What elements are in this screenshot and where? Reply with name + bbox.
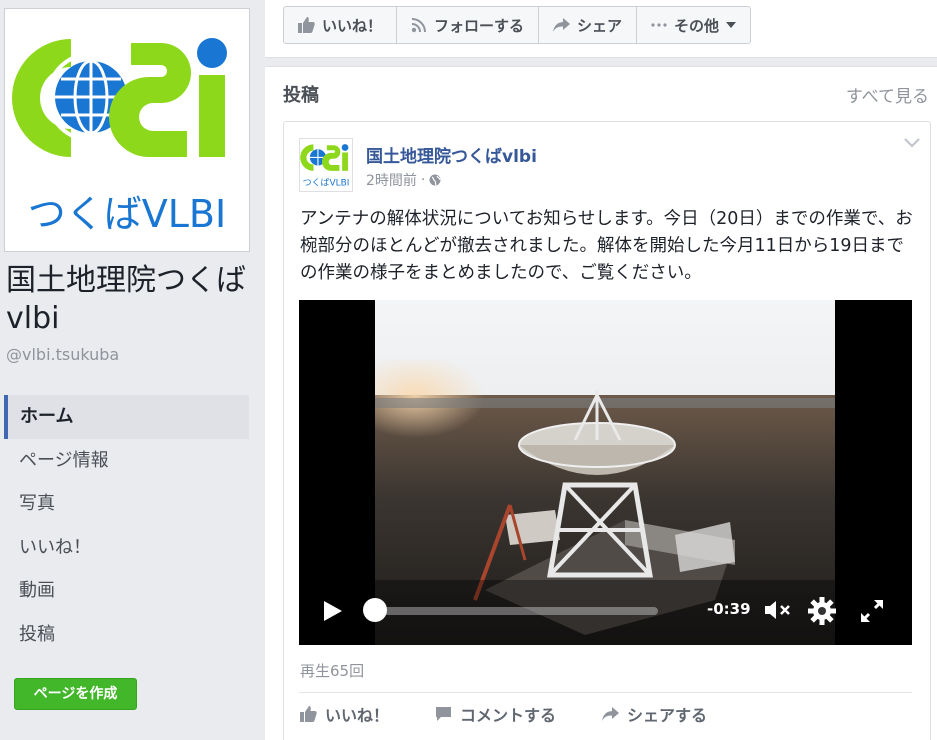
post-comment-button[interactable]: コメントする [435, 702, 556, 726]
post-meta: 2時間前 · [366, 170, 441, 190]
more-label: その他 [674, 16, 720, 35]
see-all-link[interactable]: すべて見る [846, 82, 929, 107]
avatar-logo-text: つくばVLBI [303, 177, 350, 188]
post-share-label: シェアする [627, 706, 708, 725]
sidebar-nav: ホーム ページ情報 写真 いいね！ 動画 投稿 [4, 395, 249, 656]
thumbs-up-icon [298, 17, 315, 33]
fullscreen-icon[interactable] [859, 598, 885, 624]
share-page-button[interactable]: シェア [539, 7, 638, 43]
profile-picture[interactable]: つくばVLBI [4, 8, 250, 252]
video-scrubber-knob[interactable] [363, 598, 387, 622]
video-play-count: 再生65回 [300, 662, 365, 680]
page-title[interactable]: 国土地理院つくばvlbi [6, 262, 251, 338]
caret-down-icon [726, 22, 737, 28]
chevron-down-icon[interactable] [904, 138, 920, 148]
video-player[interactable]: -0:39 [299, 300, 912, 645]
play-icon[interactable] [323, 600, 343, 622]
post-timestamp[interactable]: 2時間前 [366, 170, 417, 190]
gear-icon[interactable] [807, 596, 837, 626]
post-card: つくばVLBI 国土地理院つくばvlbi 2時間前 · アンテナの解体状況につい… [283, 121, 931, 740]
avatar[interactable]: つくばVLBI [299, 138, 353, 192]
posts-panel: 投稿 すべて見る つくばVLBI 国土地理院つくばvlbi 2時間前 · アンテ… [265, 66, 937, 740]
comment-icon [436, 707, 452, 721]
like-page-label: いいね！ [322, 16, 383, 35]
sidebar-item-posts[interactable]: 投稿 [4, 613, 249, 657]
logo-text: つくばVLBI [28, 192, 226, 236]
post-action-bar: いいね！ コメントする シェアする [300, 702, 707, 726]
muted-speaker-icon[interactable] [764, 599, 792, 621]
create-page-button[interactable]: ページを作成 [14, 678, 137, 710]
video-time-remaining: -0:39 [707, 600, 751, 618]
share-page-label: シェア [577, 16, 623, 35]
post-message: アンテナの解体状況についてお知らせします。今日（20日）までの作業で、お椀部分の… [300, 209, 913, 283]
rss-icon [411, 18, 427, 33]
ellipsis-icon [651, 23, 667, 27]
video-progress-bar[interactable] [375, 607, 658, 615]
thumbs-up-icon [300, 706, 317, 722]
sidebar-item-about[interactable]: ページ情報 [4, 439, 249, 483]
left-column: つくばVLBI 国土地理院つくばvlbi @vlbi.tsukuba ホーム ペ… [0, 0, 265, 740]
action-button-group: いいね！ フォローする シェア その他 [283, 6, 752, 44]
post-author-link[interactable]: 国土地理院つくばvlbi [366, 142, 537, 167]
sidebar-item-home[interactable]: ホーム [4, 395, 249, 439]
follow-button[interactable]: フォローする [397, 7, 540, 43]
more-button[interactable]: その他 [637, 7, 750, 43]
page-action-bar: いいね！ フォローする シェア その他 [265, 0, 937, 58]
posts-heading: 投稿 [283, 85, 319, 106]
page-handle[interactable]: @vlbi.tsukuba [6, 345, 119, 364]
share-arrow-icon [553, 18, 571, 32]
share-arrow-icon [602, 707, 620, 721]
post-like-button[interactable]: いいね！ [300, 702, 389, 726]
like-page-button[interactable]: いいね！ [284, 7, 398, 43]
post-like-label: いいね！ [325, 706, 390, 725]
globe-icon[interactable] [429, 174, 441, 186]
post-comment-label: コメントする [460, 706, 557, 725]
post-share-button[interactable]: シェアする [602, 702, 707, 726]
sidebar-item-likes[interactable]: いいね！ [4, 526, 249, 570]
follow-label: フォローする [434, 16, 525, 35]
divider [299, 692, 912, 693]
sidebar-item-videos[interactable]: 動画 [4, 569, 249, 613]
vlbi-logo: つくばVLBI [12, 38, 227, 236]
vlbi-logo-small: つくばVLBI [300, 144, 350, 188]
meta-separator: · [420, 172, 426, 188]
video-thumbnail [375, 300, 835, 645]
sidebar-item-photos[interactable]: 写真 [4, 482, 249, 526]
